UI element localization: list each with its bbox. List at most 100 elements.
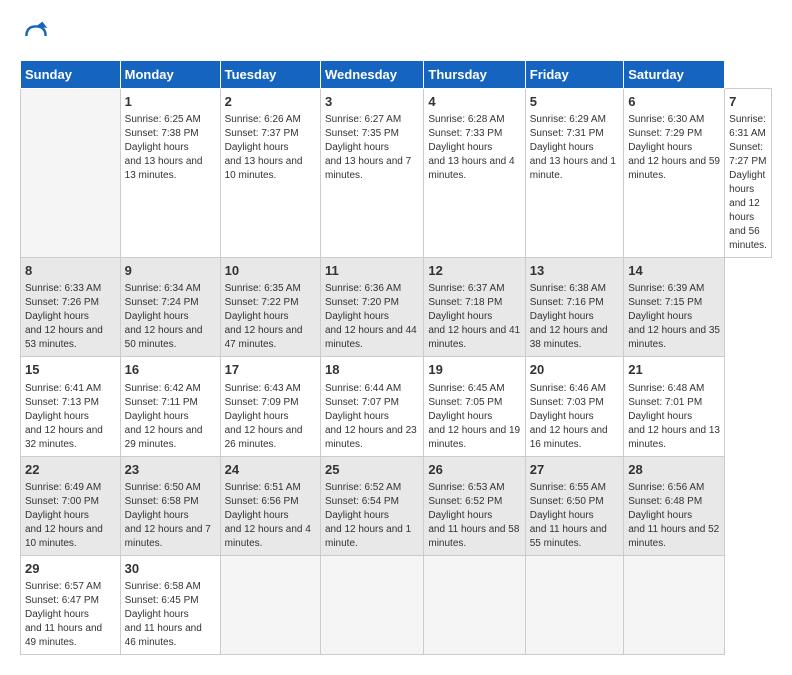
day-info: Sunrise: 6:44 AMSunset: 7:07 PMDaylight … xyxy=(325,382,419,452)
day-number: 28 xyxy=(628,461,720,479)
calendar-day-cell xyxy=(624,555,725,654)
day-number: 26 xyxy=(428,461,520,479)
day-info: Sunrise: 6:58 AMSunset: 6:45 PMDaylight … xyxy=(125,580,216,650)
calendar-day-cell: 16 Sunrise: 6:42 AMSunset: 7:11 PMDayligh… xyxy=(120,357,220,456)
calendar-table: SundayMondayTuesdayWednesdayThursdayFrid… xyxy=(20,60,772,655)
calendar-day-cell xyxy=(424,555,525,654)
calendar-week-row: 29Sunrise: 6:57 AMSunset: 6:47 PMDayligh… xyxy=(21,555,772,654)
day-number: 30 xyxy=(125,560,216,578)
calendar-day-cell: 12Sunrise: 6:37 AMSunset: 7:18 PMDayligh… xyxy=(424,258,525,357)
calendar-day-cell: 24 Sunrise: 6:51 AMSunset: 6:56 PMDayligh… xyxy=(220,456,320,555)
calendar-day-cell: 30 Sunrise: 6:58 AMSunset: 6:45 PMDayligh… xyxy=(120,555,220,654)
day-number: 4 xyxy=(428,93,520,111)
day-info: Sunrise: 6:35 AMSunset: 7:22 PMDaylight … xyxy=(225,282,316,352)
day-info: Sunrise: 6:34 AMSunset: 7:24 PMDaylight … xyxy=(125,282,216,352)
page-header xyxy=(20,20,772,52)
day-number: 22 xyxy=(25,461,116,479)
day-number: 20 xyxy=(530,361,619,379)
day-number: 27 xyxy=(530,461,619,479)
day-number: 1 xyxy=(125,93,216,111)
calendar-day-cell: 22 Sunrise: 6:49 AMSunset: 7:00 PMDayligh… xyxy=(21,456,121,555)
calendar-day-cell: 19 Sunrise: 6:45 AMSunset: 7:05 PMDayligh… xyxy=(424,357,525,456)
calendar-day-cell: 7 Sunrise: 6:31 AMSunset: 7:27 PMDaylight… xyxy=(725,89,772,258)
calendar-day-cell: 6 Sunrise: 6:30 AMSunset: 7:29 PMDaylight… xyxy=(624,89,725,258)
day-info: Sunrise: 6:56 AMSunset: 6:48 PMDaylight … xyxy=(628,481,720,551)
calendar-day-cell: 10 Sunrise: 6:35 AMSunset: 7:22 PMDayligh… xyxy=(220,258,320,357)
day-info: Sunrise: 6:48 AMSunset: 7:01 PMDaylight … xyxy=(628,382,720,452)
day-info: Sunrise: 6:52 AMSunset: 6:54 PMDaylight … xyxy=(325,481,419,551)
calendar-day-cell: 1 Sunrise: 6:25 AMSunset: 7:38 PMDaylight… xyxy=(120,89,220,258)
logo xyxy=(20,20,56,52)
weekday-row: SundayMondayTuesdayWednesdayThursdayFrid… xyxy=(21,61,772,89)
calendar-day-cell: 11Sunrise: 6:36 AMSunset: 7:20 PMDayligh… xyxy=(321,258,424,357)
weekday-header: Saturday xyxy=(624,61,725,89)
calendar-week-row: 8 Sunrise: 6:33 AMSunset: 7:26 PMDaylight… xyxy=(21,258,772,357)
calendar-day-cell: 28 Sunrise: 6:56 AMSunset: 6:48 PMDayligh… xyxy=(624,456,725,555)
calendar-week-row: 1 Sunrise: 6:25 AMSunset: 7:38 PMDaylight… xyxy=(21,89,772,258)
day-number: 5 xyxy=(530,93,619,111)
weekday-header: Monday xyxy=(120,61,220,89)
calendar-day-cell: 15Sunrise: 6:41 AMSunset: 7:13 PMDayligh… xyxy=(21,357,121,456)
calendar-day-cell: 3Sunrise: 6:27 AMSunset: 7:35 PMDaylight… xyxy=(321,89,424,258)
day-number: 16 xyxy=(125,361,216,379)
calendar-day-cell: 4 Sunrise: 6:28 AMSunset: 7:33 PMDaylight… xyxy=(424,89,525,258)
day-number: 9 xyxy=(125,262,216,280)
weekday-header: Wednesday xyxy=(321,61,424,89)
day-info: Sunrise: 6:29 AMSunset: 7:31 PMDaylight … xyxy=(530,113,619,183)
day-info: Sunrise: 6:38 AMSunset: 7:16 PMDaylight … xyxy=(530,282,619,352)
day-number: 7 xyxy=(729,93,767,111)
day-number: 10 xyxy=(225,262,316,280)
day-number: 18 xyxy=(325,361,419,379)
day-info: Sunrise: 6:49 AMSunset: 7:00 PMDaylight … xyxy=(25,481,116,551)
day-info: Sunrise: 6:26 AMSunset: 7:37 PMDaylight … xyxy=(225,113,316,183)
day-info: Sunrise: 6:30 AMSunset: 7:29 PMDaylight … xyxy=(628,113,720,183)
calendar-day-cell: 2 Sunrise: 6:26 AMSunset: 7:37 PMDaylight… xyxy=(220,89,320,258)
day-info: Sunrise: 6:46 AMSunset: 7:03 PMDaylight … xyxy=(530,382,619,452)
day-info: Sunrise: 6:33 AMSunset: 7:26 PMDaylight … xyxy=(25,282,116,352)
weekday-header: Friday xyxy=(525,61,623,89)
day-info: Sunrise: 6:45 AMSunset: 7:05 PMDaylight … xyxy=(428,382,520,452)
day-number: 25 xyxy=(325,461,419,479)
calendar-day-cell: 13 Sunrise: 6:38 AMSunset: 7:16 PMDayligh… xyxy=(525,258,623,357)
calendar-day-cell: 23Sunrise: 6:50 AMSunset: 6:58 PMDayligh… xyxy=(120,456,220,555)
day-info: Sunrise: 6:28 AMSunset: 7:33 PMDaylight … xyxy=(428,113,520,183)
day-info: Sunrise: 6:27 AMSunset: 7:35 PMDaylight … xyxy=(325,113,419,183)
day-info: Sunrise: 6:50 AMSunset: 6:58 PMDaylight … xyxy=(125,481,216,551)
calendar-day-cell: 25 Sunrise: 6:52 AMSunset: 6:54 PMDayligh… xyxy=(321,456,424,555)
day-info: Sunrise: 6:51 AMSunset: 6:56 PMDaylight … xyxy=(225,481,316,551)
day-info: Sunrise: 6:31 AMSunset: 7:27 PMDaylight … xyxy=(729,113,767,253)
calendar-day-cell: 14Sunrise: 6:39 AMSunset: 7:15 PMDayligh… xyxy=(624,258,725,357)
day-info: Sunrise: 6:53 AMSunset: 6:52 PMDaylight … xyxy=(428,481,520,551)
day-info: Sunrise: 6:36 AMSunset: 7:20 PMDaylight … xyxy=(325,282,419,352)
day-number: 2 xyxy=(225,93,316,111)
day-info: Sunrise: 6:43 AMSunset: 7:09 PMDaylight … xyxy=(225,382,316,452)
calendar-day-cell: 27 Sunrise: 6:55 AMSunset: 6:50 PMDayligh… xyxy=(525,456,623,555)
day-number: 6 xyxy=(628,93,720,111)
day-number: 17 xyxy=(225,361,316,379)
day-info: Sunrise: 6:25 AMSunset: 7:38 PMDaylight … xyxy=(125,113,216,183)
calendar-week-row: 15Sunrise: 6:41 AMSunset: 7:13 PMDayligh… xyxy=(21,357,772,456)
day-number: 24 xyxy=(225,461,316,479)
day-info: Sunrise: 6:57 AMSunset: 6:47 PMDaylight … xyxy=(25,580,116,650)
calendar-week-row: 22 Sunrise: 6:49 AMSunset: 7:00 PMDayligh… xyxy=(21,456,772,555)
calendar-day-cell xyxy=(220,555,320,654)
calendar-day-cell: 8 Sunrise: 6:33 AMSunset: 7:26 PMDaylight… xyxy=(21,258,121,357)
day-number: 14 xyxy=(628,262,720,280)
calendar-day-cell xyxy=(21,89,121,258)
day-number: 13 xyxy=(530,262,619,280)
day-number: 15 xyxy=(25,361,116,379)
calendar-day-cell: 26 Sunrise: 6:53 AMSunset: 6:52 PMDayligh… xyxy=(424,456,525,555)
day-info: Sunrise: 6:55 AMSunset: 6:50 PMDaylight … xyxy=(530,481,619,551)
day-number: 19 xyxy=(428,361,520,379)
day-number: 12 xyxy=(428,262,520,280)
weekday-header: Sunday xyxy=(21,61,121,89)
day-number: 21 xyxy=(628,361,720,379)
calendar-header: SundayMondayTuesdayWednesdayThursdayFrid… xyxy=(21,61,772,89)
logo-icon xyxy=(20,20,52,52)
weekday-header: Thursday xyxy=(424,61,525,89)
weekday-header: Tuesday xyxy=(220,61,320,89)
calendar-day-cell: 29Sunrise: 6:57 AMSunset: 6:47 PMDayligh… xyxy=(21,555,121,654)
day-number: 8 xyxy=(25,262,116,280)
calendar-day-cell xyxy=(525,555,623,654)
day-info: Sunrise: 6:42 AMSunset: 7:11 PMDaylight … xyxy=(125,382,216,452)
